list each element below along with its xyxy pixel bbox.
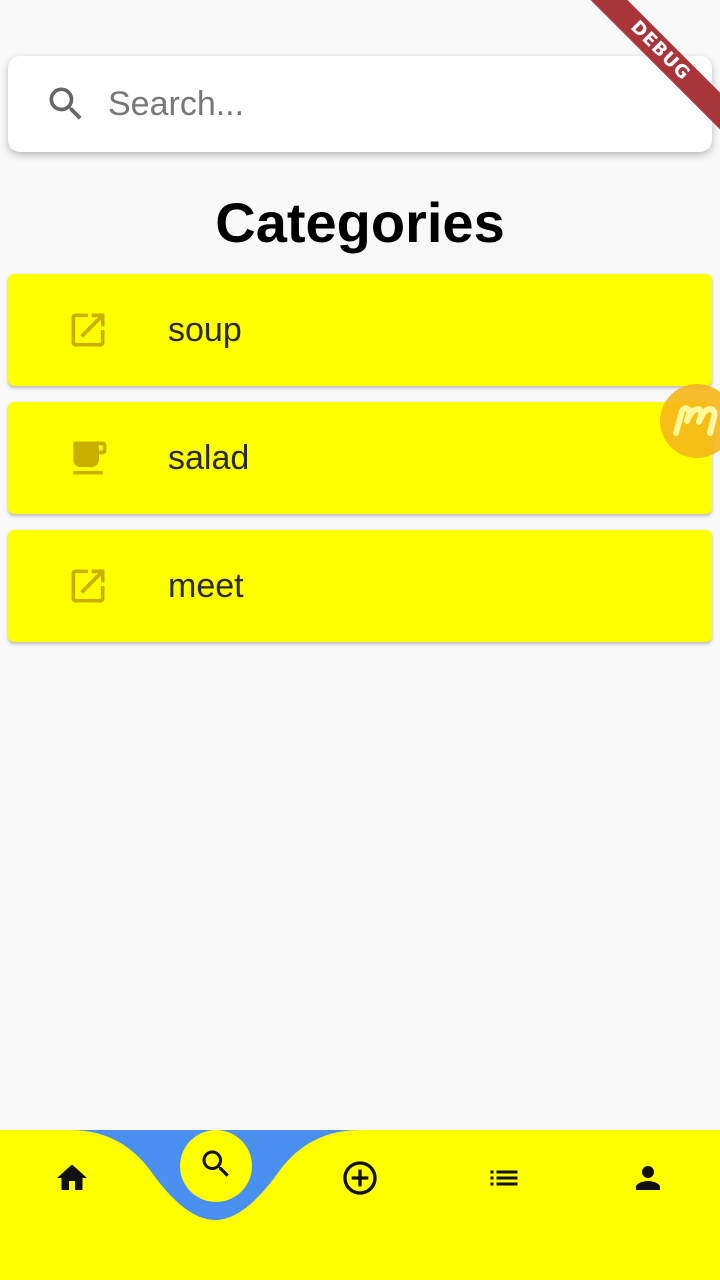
category-item-meet[interactable]: meet (8, 530, 712, 642)
search-icon (44, 82, 88, 126)
search-icon (198, 1146, 234, 1187)
category-list: soup salad meet (8, 274, 712, 658)
category-label: meet (168, 566, 244, 605)
page-title: Categories (215, 191, 505, 254)
nav-list-button[interactable] (474, 1158, 534, 1202)
nav-home-button[interactable] (42, 1158, 102, 1202)
debug-banner: DEBUG (580, 0, 720, 140)
home-icon (54, 1160, 90, 1201)
nav-add-button[interactable] (330, 1158, 390, 1202)
open-in-new-icon (64, 306, 112, 354)
category-item-soup[interactable]: soup (8, 274, 712, 386)
category-label: salad (168, 438, 250, 477)
category-label: soup (168, 310, 242, 349)
bottom-navigation-bar (0, 1130, 720, 1280)
nav-profile-button[interactable] (618, 1158, 678, 1202)
nav-curve (70, 1130, 360, 1220)
person-icon (630, 1160, 666, 1201)
category-item-salad[interactable]: salad (8, 402, 712, 514)
nav-search-button[interactable] (180, 1130, 252, 1202)
debug-banner-label: DEBUG (580, 0, 720, 131)
m-logo-icon (673, 405, 718, 436)
add-circle-icon (340, 1158, 380, 1203)
open-in-new-icon (64, 562, 112, 610)
coffee-cup-icon (64, 434, 112, 482)
list-icon (486, 1160, 522, 1201)
